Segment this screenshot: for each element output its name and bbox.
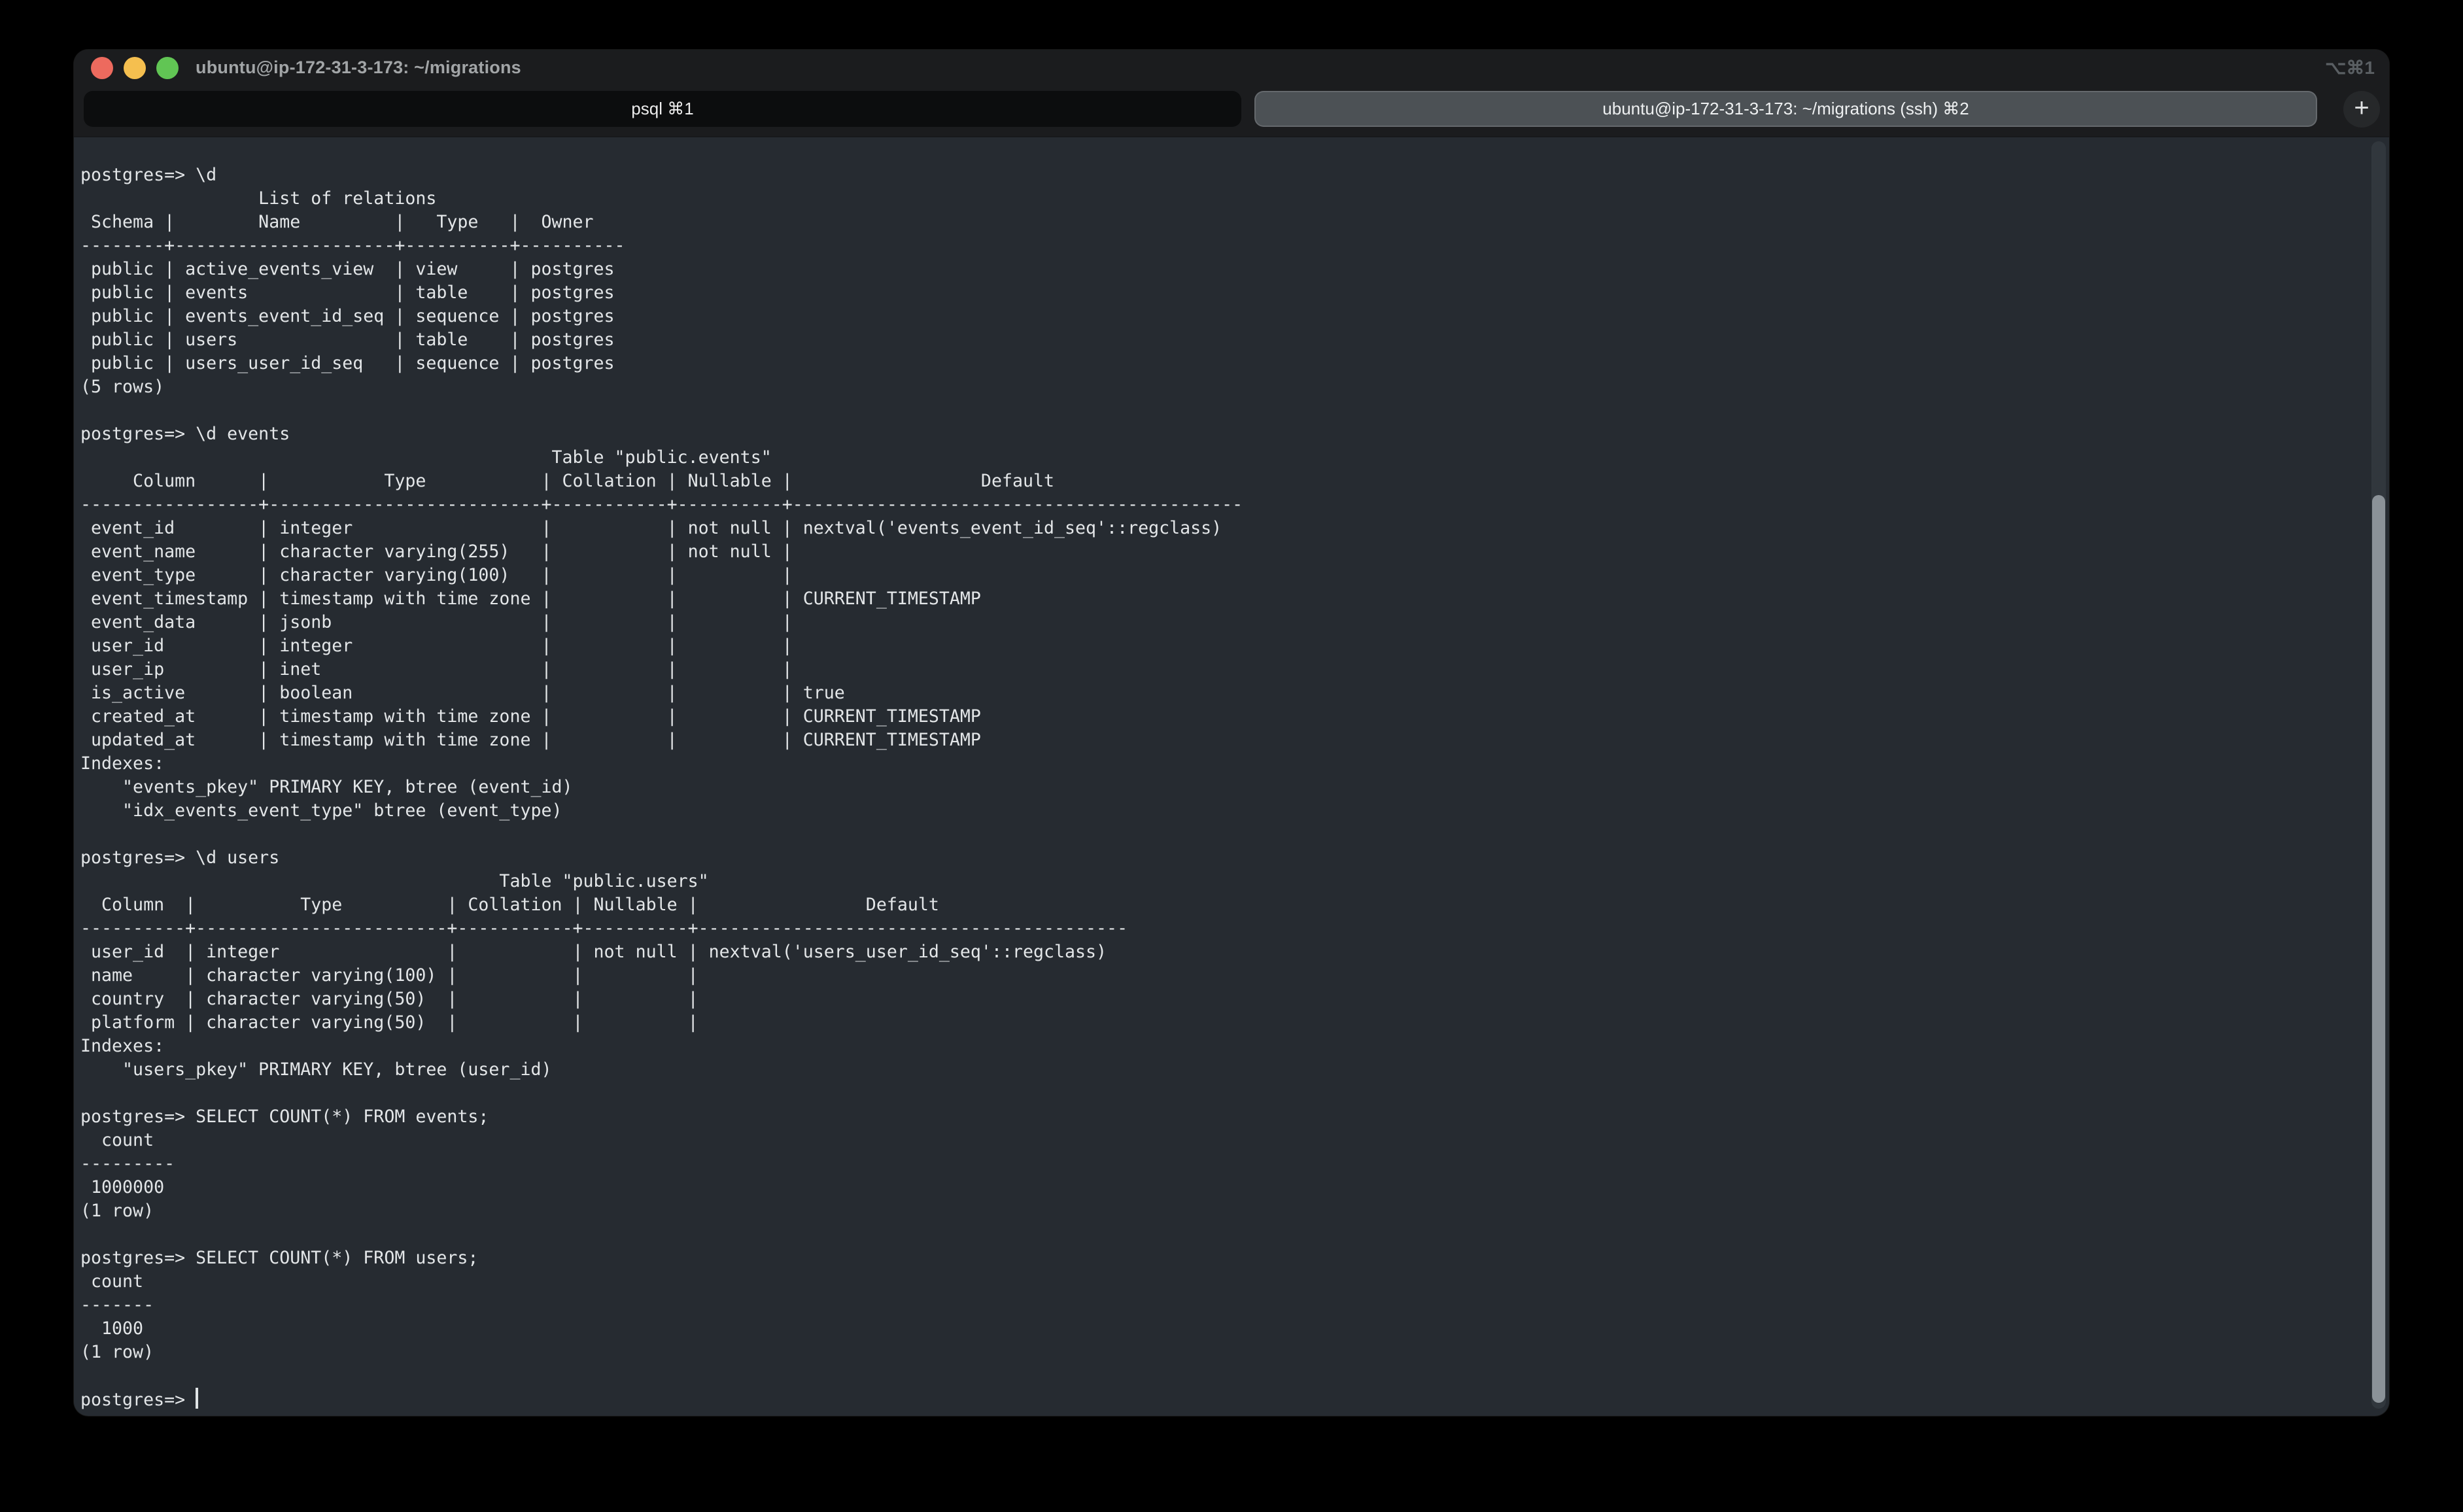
terminal-line: Column | Type | Collation | Nullable | D… <box>80 893 2363 917</box>
prompt-text: postgres=> <box>80 1390 196 1410</box>
traffic-lights <box>91 57 179 79</box>
terminal-line: Indexes: <box>80 752 2363 776</box>
terminal-line: is_active | boolean | | | true <box>80 681 2363 705</box>
terminal-line: Indexes: <box>80 1035 2363 1058</box>
terminal-line <box>80 1082 2363 1105</box>
window-title: ubuntu@ip-172-31-3-173: ~/migrations <box>196 58 521 78</box>
terminal-line: country | character varying(50) | | | <box>80 988 2363 1011</box>
new-tab-button[interactable]: + <box>2343 91 2380 128</box>
terminal-line: "idx_events_event_type" btree (event_typ… <box>80 799 2363 823</box>
tab-psql-label: psql ⌘1 <box>631 99 693 119</box>
terminal-line: Table "public.events" <box>80 446 2363 470</box>
terminal-window: ubuntu@ip-172-31-3-173: ~/migrations ⌥⌘1… <box>74 50 2389 1416</box>
terminal-line: event_data | jsonb | | | <box>80 611 2363 634</box>
terminal-cursor <box>196 1388 198 1409</box>
terminal-line: --------- <box>80 1152 2363 1176</box>
tab-psql[interactable]: psql ⌘1 <box>84 91 1241 127</box>
terminal-line: count <box>80 1129 2363 1152</box>
terminal-line: Table "public.users" <box>80 870 2363 893</box>
fullscreen-button[interactable] <box>156 57 179 79</box>
terminal-line: 1000000 <box>80 1176 2363 1199</box>
terminal-line: event_id | integer | | not null | nextva… <box>80 517 2363 540</box>
terminal-line: user_id | integer | | | <box>80 634 2363 658</box>
terminal-line: postgres=> \d <box>80 163 2363 187</box>
terminal-line: postgres=> \d users <box>80 846 2363 870</box>
title-bar[interactable]: ubuntu@ip-172-31-3-173: ~/migrations ⌥⌘1 <box>74 50 2389 86</box>
terminal-line: public | active_events_view | view | pos… <box>80 258 2363 281</box>
terminal-line: platform | character varying(50) | | | <box>80 1011 2363 1035</box>
terminal-line: -----------------+----------------------… <box>80 493 2363 517</box>
terminal-line <box>80 823 2363 846</box>
terminal-line: public | users_user_id_seq | sequence | … <box>80 352 2363 375</box>
terminal-line: ------- <box>80 1294 2363 1317</box>
terminal-line: postgres=> \d events <box>80 422 2363 446</box>
terminal-line: name | character varying(100) | | | <box>80 964 2363 988</box>
terminal-line: --------+---------------------+---------… <box>80 234 2363 258</box>
terminal-line: (5 rows) <box>80 375 2363 399</box>
terminal-content-area[interactable]: postgres=> \d List of relations Schema |… <box>74 137 2389 1415</box>
terminal-line: Column | Type | Collation | Nullable | D… <box>80 470 2363 493</box>
window-shortcut-hint: ⌥⌘1 <box>2325 57 2375 78</box>
terminal-line <box>80 1364 2363 1388</box>
terminal-output: postgres=> \d List of relations Schema |… <box>80 163 2363 1388</box>
terminal-line: 1000 <box>80 1317 2363 1341</box>
terminal-line: (1 row) <box>80 1199 2363 1223</box>
terminal-line: event_timestamp | timestamp with time zo… <box>80 587 2363 611</box>
close-button[interactable] <box>91 57 113 79</box>
terminal-line: postgres=> SELECT COUNT(*) FROM events; <box>80 1105 2363 1129</box>
terminal-line: "events_pkey" PRIMARY KEY, btree (event_… <box>80 776 2363 799</box>
terminal-line: public | events | table | postgres <box>80 281 2363 305</box>
tab-ssh[interactable]: ubuntu@ip-172-31-3-173: ~/migrations (ss… <box>1254 91 2317 127</box>
minimize-button[interactable] <box>124 57 146 79</box>
terminal-line: Schema | Name | Type | Owner <box>80 211 2363 234</box>
scrollbar-thumb[interactable] <box>2372 495 2385 1403</box>
terminal-line: "users_pkey" PRIMARY KEY, btree (user_id… <box>80 1058 2363 1082</box>
prompt-line: postgres=> <box>80 1388 2363 1412</box>
terminal-line: List of relations <box>80 187 2363 211</box>
tab-bar: psql ⌘1 ubuntu@ip-172-31-3-173: ~/migrat… <box>74 86 2389 137</box>
tab-ssh-label: ubuntu@ip-172-31-3-173: ~/migrations (ss… <box>1602 99 1969 119</box>
terminal-line <box>80 399 2363 422</box>
scrollbar-track[interactable] <box>2371 141 2386 1409</box>
terminal-line: (1 row) <box>80 1341 2363 1364</box>
terminal-line: event_name | character varying(255) | | … <box>80 540 2363 564</box>
terminal-line: postgres=> SELECT COUNT(*) FROM users; <box>80 1246 2363 1270</box>
terminal-line: public | events_event_id_seq | sequence … <box>80 305 2363 328</box>
terminal-line <box>80 1223 2363 1246</box>
terminal-line: event_type | character varying(100) | | … <box>80 564 2363 587</box>
terminal-line: user_ip | inet | | | <box>80 658 2363 681</box>
terminal-line: user_id | integer | | not null | nextval… <box>80 940 2363 964</box>
terminal-line: created_at | timestamp with time zone | … <box>80 705 2363 729</box>
terminal-line: count <box>80 1270 2363 1294</box>
terminal-line: public | users | table | postgres <box>80 328 2363 352</box>
terminal-line: ----------+------------------------+----… <box>80 917 2363 940</box>
terminal-line: updated_at | timestamp with time zone | … <box>80 729 2363 752</box>
